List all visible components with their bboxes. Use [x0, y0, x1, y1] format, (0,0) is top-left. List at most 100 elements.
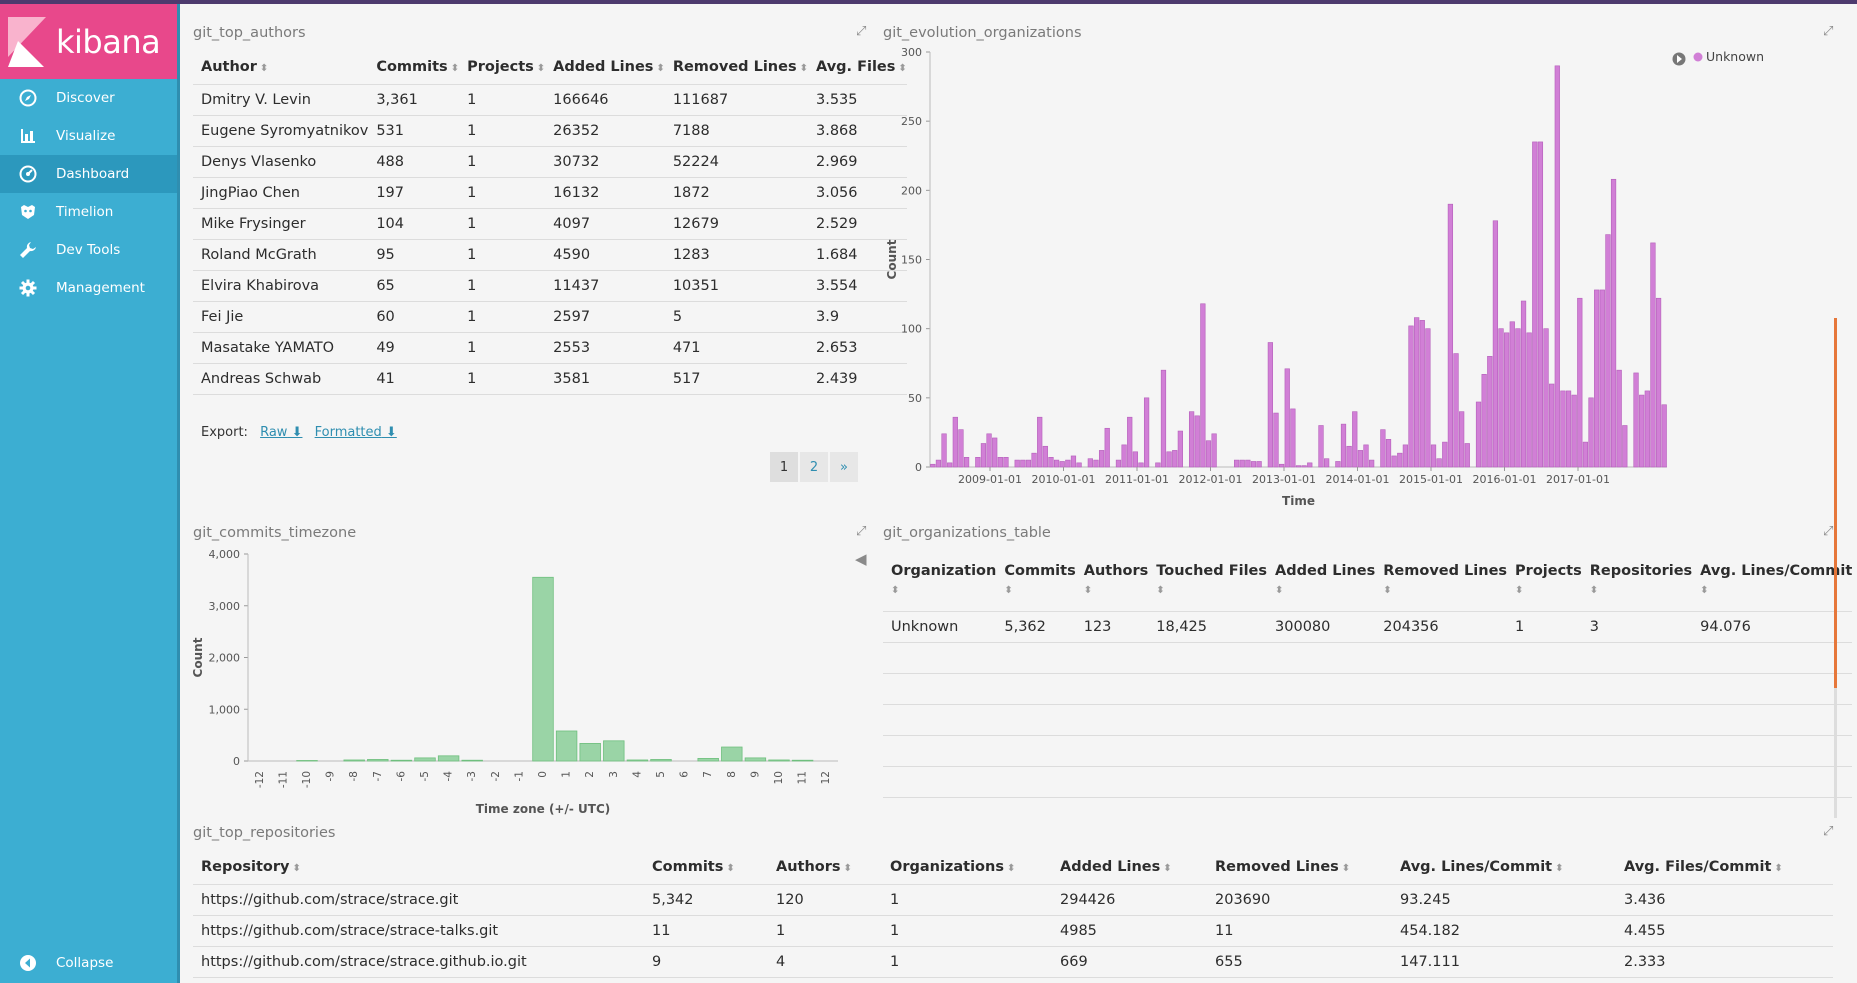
evolution-bar[interactable] — [1048, 457, 1054, 468]
evolution-bar[interactable] — [1453, 353, 1459, 468]
evolution-bar[interactable] — [1520, 300, 1527, 468]
evolution-bar[interactable] — [1245, 459, 1251, 468]
evolution-bar[interactable] — [1290, 408, 1296, 468]
evolution-bar[interactable] — [935, 459, 942, 468]
page-2-button[interactable]: 2 — [800, 452, 828, 482]
evolution-bar[interactable] — [1188, 411, 1195, 468]
collapse-button[interactable]: Collapse — [0, 943, 177, 983]
sort-icon[interactable]: ⬍ — [800, 63, 808, 74]
evolution-bar[interactable] — [1661, 404, 1667, 468]
evolution-bar[interactable] — [1380, 429, 1386, 468]
evolution-bar[interactable] — [1155, 462, 1161, 468]
evolution-bar[interactable] — [1487, 356, 1493, 468]
evolution-bar[interactable] — [1318, 425, 1324, 468]
evolution-bar[interactable] — [1498, 328, 1504, 468]
column-header[interactable]: Avg. Lines/Commit ⬍ — [1392, 850, 1616, 885]
evolution-bar[interactable] — [1127, 416, 1133, 468]
timezone-bar[interactable] — [721, 746, 743, 762]
column-header[interactable]: Commits ⬍ — [644, 850, 768, 885]
column-header[interactable]: Removed Lines ⬍ — [664, 50, 808, 85]
evolution-bar[interactable] — [1042, 445, 1048, 468]
sort-icon[interactable]: ⬍ — [726, 863, 734, 874]
evolution-bar[interactable] — [1273, 412, 1279, 468]
column-header[interactable]: Organization ⬍ — [883, 555, 997, 612]
evolution-bar[interactable] — [1565, 390, 1572, 468]
evolution-bar[interactable] — [1205, 440, 1212, 468]
evolution-bar[interactable] — [1093, 459, 1099, 468]
evolution-bar[interactable] — [1166, 451, 1172, 468]
expand-icon[interactable]: ⤢ — [1823, 24, 1833, 39]
column-header[interactable]: Authors ⬍ — [768, 850, 882, 885]
evolution-bar[interactable] — [958, 429, 964, 468]
evolution-bar[interactable] — [1295, 465, 1302, 468]
evolution-bar[interactable] — [1160, 369, 1167, 468]
evolution-bar[interactable] — [1402, 444, 1409, 468]
nav-dashboard[interactable]: Dashboard — [0, 155, 177, 193]
nav-timelion[interactable]: Timelion — [0, 193, 177, 231]
column-header[interactable]: Projects ⬍ — [459, 50, 546, 85]
evolution-bar[interactable] — [1515, 328, 1521, 468]
sort-icon[interactable]: ⬍ — [1555, 863, 1563, 874]
evolution-bar[interactable] — [1211, 433, 1217, 468]
evolution-bar[interactable] — [1594, 289, 1600, 468]
expand-icon[interactable]: ⤢ — [1823, 524, 1833, 539]
evolution-bar[interactable] — [930, 463, 936, 468]
evolution-bar[interactable] — [1532, 141, 1538, 468]
evolution-bar[interactable] — [1549, 383, 1555, 468]
sort-icon[interactable]: ⬍ — [1163, 863, 1171, 874]
column-header[interactable]: Repository ⬍ — [193, 850, 644, 885]
evolution-bar[interactable] — [1250, 461, 1257, 468]
evolution-bar[interactable] — [980, 443, 987, 468]
nav-dev-tools[interactable]: Dev Tools — [0, 231, 177, 269]
evolution-bar[interactable] — [1267, 342, 1273, 468]
evolution-bar[interactable] — [1616, 369, 1622, 468]
evolution-bar[interactable] — [1639, 394, 1645, 468]
sort-icon[interactable]: ⬍ — [1156, 585, 1267, 596]
evolution-bar[interactable] — [1003, 457, 1009, 468]
evolution-bar[interactable] — [941, 433, 947, 468]
timezone-bar[interactable] — [555, 730, 578, 762]
evolution-bar[interactable] — [1504, 332, 1510, 468]
evolution-bar[interactable] — [1059, 461, 1065, 468]
evolution-bar[interactable] — [1340, 423, 1347, 468]
column-header[interactable]: Projects ⬍ — [1507, 555, 1582, 612]
timezone-bar[interactable] — [768, 759, 790, 762]
sort-icon[interactable]: ⬍ — [656, 63, 664, 74]
evolution-bar[interactable] — [1492, 220, 1499, 468]
sort-icon[interactable]: ⬍ — [1275, 585, 1375, 596]
evolution-bar[interactable] — [1408, 325, 1414, 468]
evolution-bar[interactable] — [1065, 459, 1071, 468]
evolution-bar[interactable] — [1577, 297, 1583, 468]
evolution-bar[interactable] — [1014, 459, 1020, 468]
evolution-bar[interactable] — [1307, 462, 1313, 468]
export-raw-link[interactable]: Raw ⬇ — [260, 425, 302, 440]
evolution-bar[interactable] — [1256, 461, 1262, 468]
evolution-bar[interactable] — [1346, 445, 1352, 468]
sort-icon[interactable]: ⬍ — [1515, 585, 1582, 596]
evolution-bar[interactable] — [1397, 452, 1403, 468]
evolution-bar[interactable] — [986, 433, 992, 468]
evolution-bar[interactable] — [963, 457, 970, 468]
sort-icon[interactable]: ⬍ — [1700, 585, 1852, 596]
evolution-bar[interactable] — [1070, 455, 1077, 468]
timezone-bar[interactable] — [437, 755, 460, 762]
evolution-bar[interactable] — [1335, 461, 1341, 468]
sort-icon[interactable]: ⬍ — [1004, 585, 1075, 596]
expand-icon[interactable]: ⤢ — [856, 524, 866, 539]
evolution-bar[interactable] — [1284, 368, 1290, 468]
evolution-bar[interactable] — [1475, 401, 1482, 468]
evolution-bar[interactable] — [1177, 430, 1183, 468]
evolution-bar[interactable] — [1436, 458, 1442, 468]
evolution-bar[interactable] — [1143, 397, 1150, 468]
evolution-bar[interactable] — [1324, 458, 1330, 468]
sort-icon[interactable]: ⬍ — [1007, 863, 1015, 874]
column-header[interactable]: Repositories ⬍ — [1581, 555, 1693, 612]
timezone-bar[interactable] — [697, 758, 719, 762]
sort-icon[interactable]: ⬍ — [537, 63, 545, 74]
evolution-bar[interactable] — [1526, 332, 1532, 468]
evolution-bar[interactable] — [1363, 444, 1369, 468]
evolution-bar[interactable] — [1200, 303, 1206, 468]
timezone-bar[interactable] — [390, 759, 413, 762]
evolution-bar[interactable] — [1391, 455, 1397, 468]
evolution-bar[interactable] — [1239, 459, 1245, 468]
